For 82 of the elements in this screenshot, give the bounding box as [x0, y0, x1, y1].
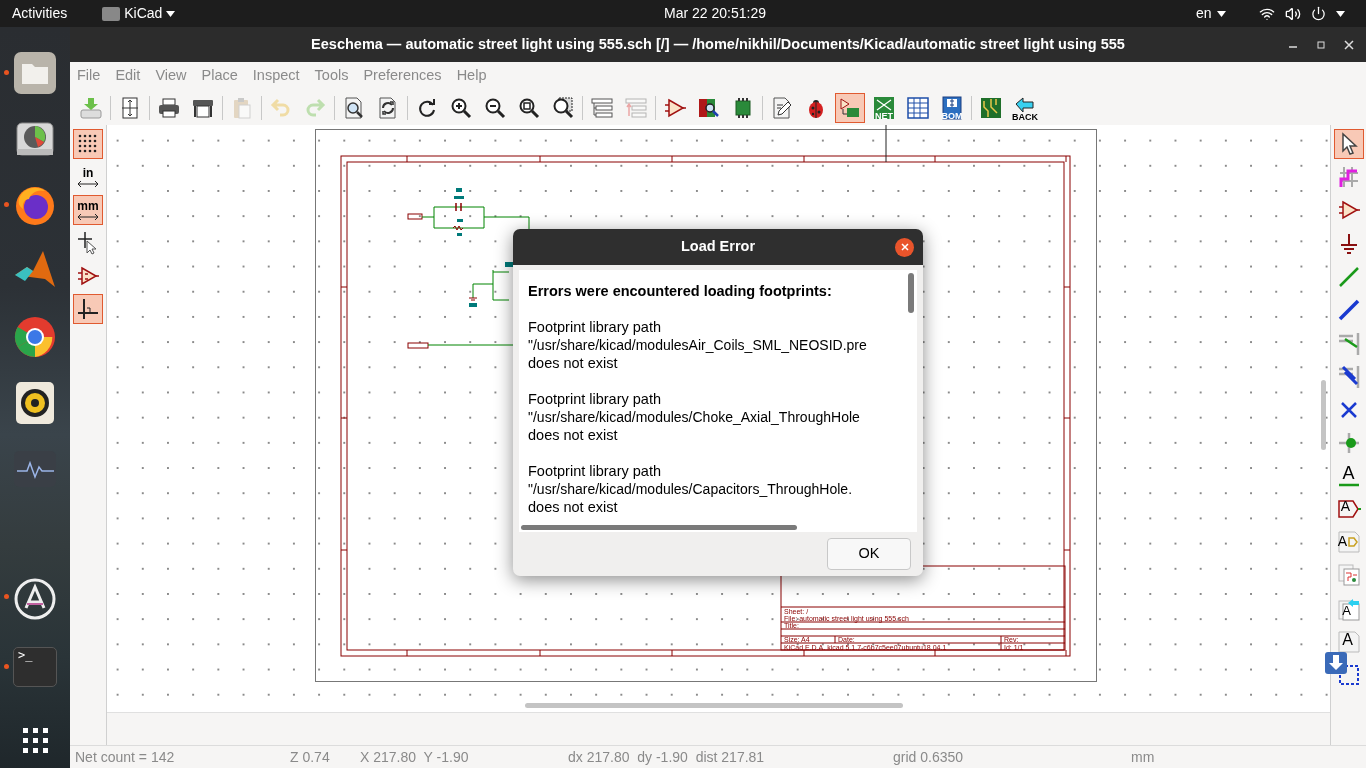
folder-icon — [13, 51, 57, 95]
status-field: X 217.80 Y -1.90 — [360, 746, 568, 768]
close-button[interactable] — [895, 237, 914, 257]
bus-entry-icon — [1336, 364, 1361, 389]
error-text: does not exist — [528, 498, 618, 516]
zoom-area-icon — [551, 95, 575, 120]
power-icon[interactable] — [1311, 6, 1326, 21]
error-path: "/usr/share/kicad/modulesAir_Coils_SML_NEOSID.pre — [528, 336, 867, 354]
app-menu[interactable]: KiCad — [99, 3, 176, 24]
toolbar-button[interactable] — [1333, 129, 1364, 159]
dock-item[interactable]: >_ — [7, 634, 63, 700]
toolbar-button[interactable]: A — [1333, 460, 1364, 491]
right-angle-icon — [76, 297, 100, 321]
toolbar-button[interactable]: A — [1333, 494, 1364, 525]
toolbar-button[interactable]: A — [1333, 593, 1364, 624]
toolbar-button[interactable]: A — [1333, 527, 1364, 558]
page-label-icon — [1336, 629, 1361, 654]
speaker-icon — [13, 381, 57, 425]
clock[interactable]: Mar 22 20:51:29 — [664, 3, 766, 24]
bus-icon — [1336, 297, 1361, 322]
error-text: does not exist — [528, 426, 618, 444]
browser-ring-icon — [13, 315, 57, 359]
vertical-scrollbar[interactable] — [908, 273, 914, 313]
ok-button[interactable]: OK — [827, 538, 911, 570]
caret-icon — [166, 10, 176, 17]
error-path: "/usr/share/kicad/modules/Capacitors_ThroughHole. — [528, 480, 853, 498]
error-text: does not exist — [528, 354, 618, 372]
error-text: Footprint library path — [528, 318, 661, 336]
maximize-icon[interactable] — [1316, 39, 1326, 50]
status-field: mm — [1131, 746, 1231, 768]
activities-button[interactable]: Activities — [12, 3, 68, 24]
vertical-scrollbar[interactable] — [1321, 380, 1326, 450]
amplifier-pin-icon — [76, 264, 100, 288]
double-arrow-icon — [77, 212, 99, 221]
pencil-page-icon — [770, 95, 794, 120]
status-field: Net count = 142 — [75, 746, 290, 768]
toolbar-button[interactable]: A — [1333, 626, 1364, 657]
page-label-icon — [1336, 530, 1361, 555]
circuit-board-icon — [979, 95, 1003, 120]
drive-download-icon — [79, 95, 103, 120]
toolbar-button[interactable] — [73, 294, 103, 324]
error-heading: Errors were encountered loading footprints: — [528, 282, 833, 300]
volume-icon[interactable] — [1285, 5, 1301, 22]
amplifier-chip-icon — [838, 95, 862, 120]
printer-icon — [157, 95, 181, 120]
horizontal-scrollbar[interactable] — [521, 525, 797, 530]
toolbar-button[interactable]: NET — [869, 92, 899, 123]
app-grid-icon — [20, 725, 50, 755]
wire-entry-icon — [1336, 331, 1361, 356]
double-arrow-icon — [77, 179, 99, 188]
toolbar-button[interactable]: in — [73, 162, 103, 192]
junction-icon — [1336, 430, 1361, 455]
hierarchy-up-icon — [624, 95, 648, 120]
software-center-icon — [13, 577, 57, 621]
caret-icon — [1336, 10, 1345, 17]
toolbar-button[interactable] — [73, 129, 103, 159]
sheet-arrow-icon — [1336, 596, 1361, 621]
error-text: Footprint library path — [528, 390, 661, 408]
toolbar-button[interactable]: mm — [73, 195, 103, 225]
toolbar-button[interactable]: BOM — [937, 92, 967, 123]
status-field: grid 0.6350 — [893, 746, 1131, 768]
underline-icon — [1337, 483, 1360, 488]
error-path: "/usr/share/kicad/modules/Choke_Axial_ThroughHole — [528, 408, 860, 426]
language-indicator[interactable]: en — [1196, 3, 1226, 24]
sheet-stack-icon — [1336, 563, 1361, 588]
window-title: Eeschema — automatic street light using 555.sch [/] — /home/nikhil/Documents/Kicad/automatic street light using 555 — [311, 34, 1125, 54]
status-field: dx 217.80 dy -1.90 dist 217.81 — [568, 746, 893, 768]
error-text: Footprint library path — [528, 462, 661, 480]
dashed-rectangle-icon — [1336, 663, 1361, 687]
dialog-title: Load Error — [680, 237, 756, 257]
netlist-icon — [872, 95, 896, 120]
caret-icon — [1216, 10, 1226, 17]
close-icon — [900, 243, 909, 251]
terminal-icon: >_ — [13, 647, 57, 687]
hierarchy-icon — [590, 95, 614, 120]
table-icon — [906, 95, 930, 120]
status-field: Z 0.74 — [290, 746, 360, 768]
close-icon[interactable] — [1344, 39, 1354, 50]
bill-icon — [940, 95, 964, 120]
download-notification-toast[interactable] — [1325, 652, 1347, 674]
horizontal-scrollbar[interactable] — [525, 703, 903, 708]
toolbar-button[interactable]: BACK — [1010, 92, 1040, 123]
